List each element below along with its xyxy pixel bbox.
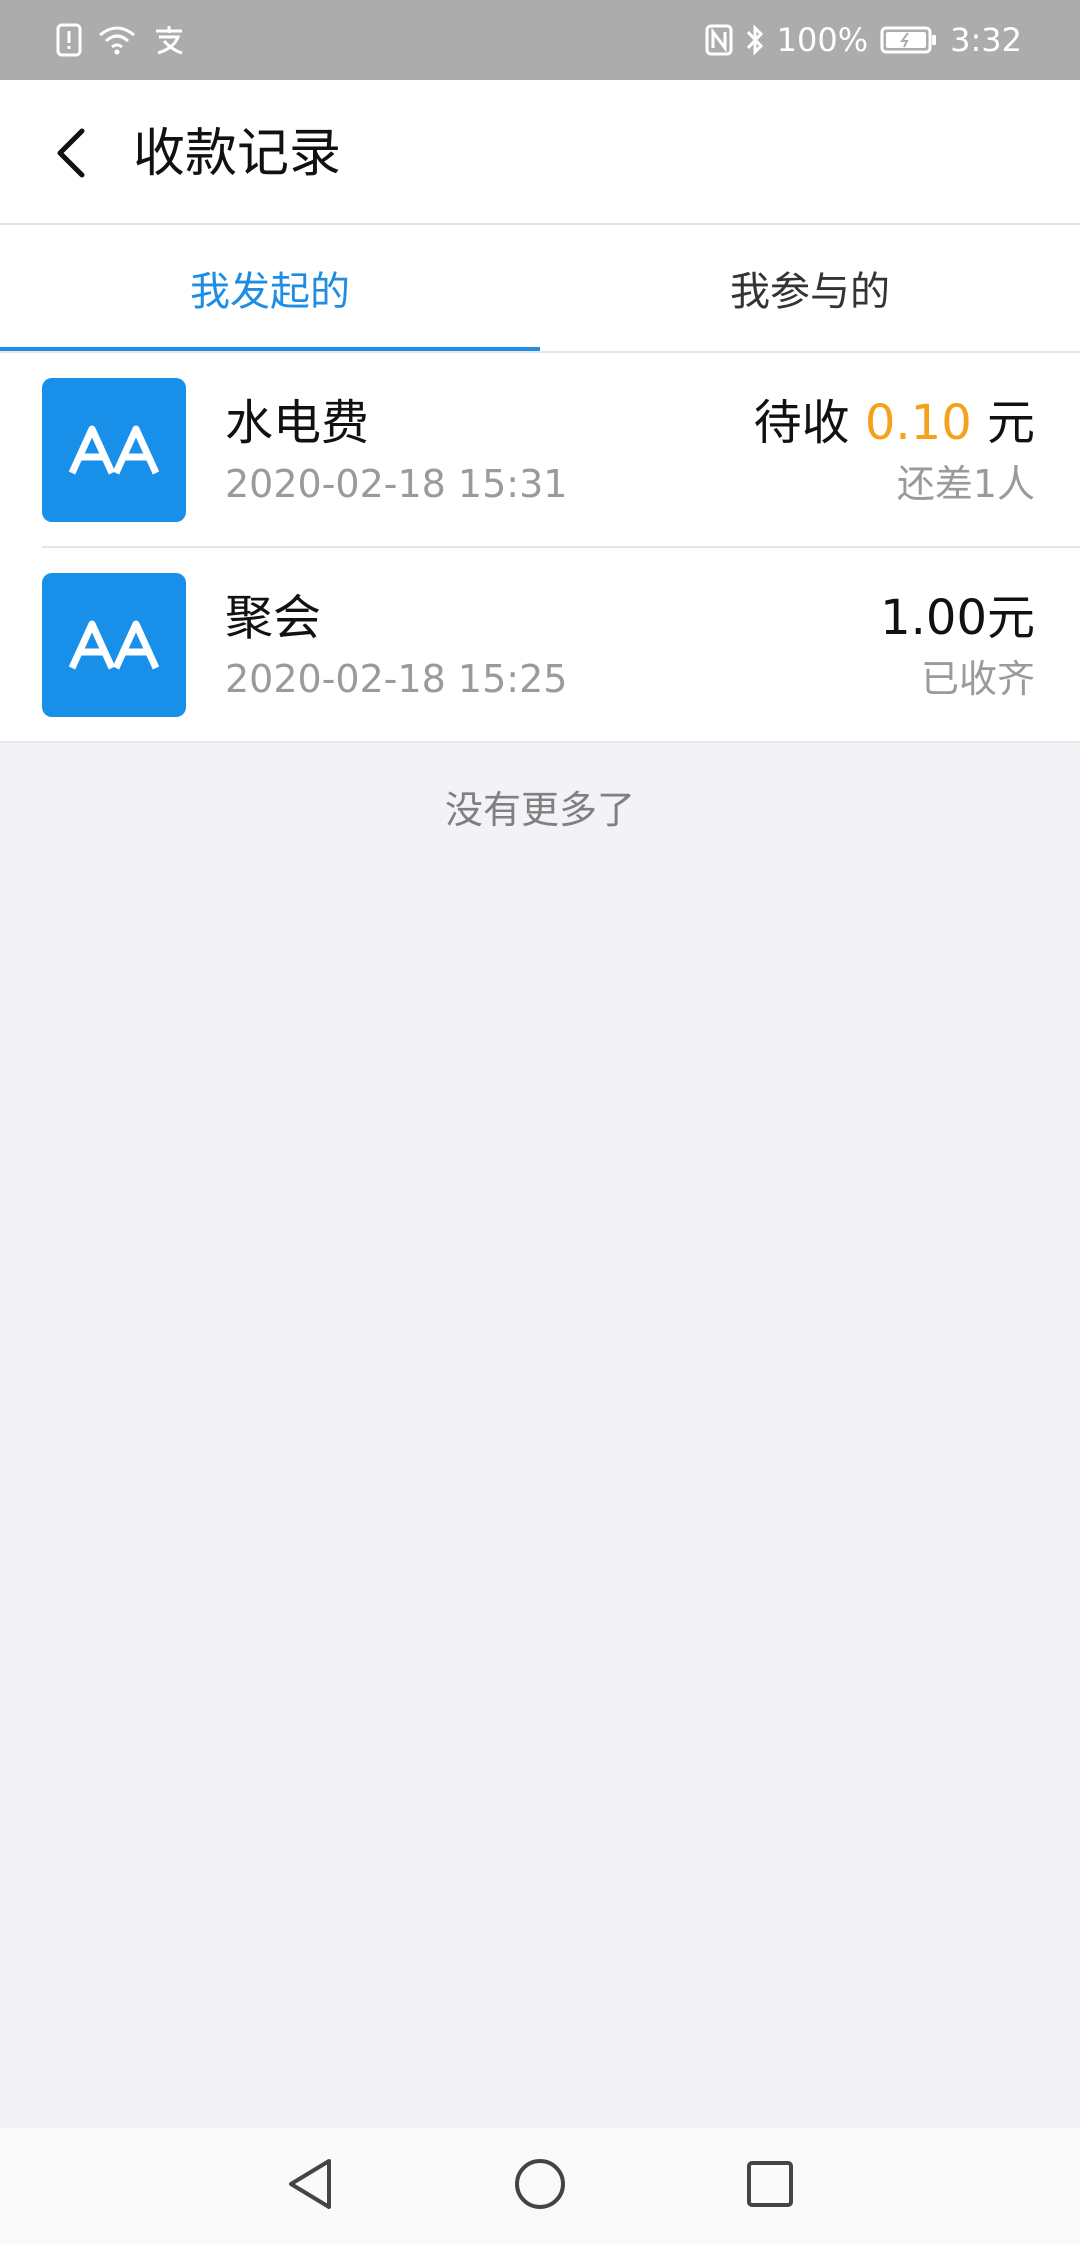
system-nav-bar [0,2128,1080,2244]
header: 收款记录 [0,80,1080,225]
record-title: 聚会 [225,590,322,646]
status-right: 100% 3:32 [705,0,1022,80]
status-left [56,0,186,80]
battery-icon [880,25,938,55]
status-time: 3:32 [950,21,1022,59]
record-amount: 1.00元 [880,590,1035,646]
aa-logo-icon [42,378,186,522]
amount-pending-value: 0.10 [864,395,972,451]
record-row[interactable]: 聚会 2020-02-18 15:25 1.00元 已收齐 [0,548,1080,743]
record-row[interactable]: 水电费 2020-02-18 15:31 待收 0.10 元 还差1人 [42,353,1080,548]
nav-home-button[interactable] [505,2156,575,2216]
record-status: 还差1人 [896,462,1035,506]
wifi-icon [98,24,136,56]
page-title: 收款记录 [133,124,342,184]
nfc-icon [705,24,733,56]
status-bar: 100% 3:32 [0,0,1080,80]
recents-square-icon [745,2159,795,2213]
aa-logo-icon [42,573,186,717]
record-amount: 待收 0.10 元 [754,391,1035,455]
tab-initiated[interactable]: 我发起的 [0,225,540,351]
record-status: 已收齐 [920,657,1035,701]
back-triangle-icon [285,2157,335,2215]
tab-bar: 我发起的 我参与的 [0,225,1080,353]
record-time: 2020-02-18 15:31 [225,462,568,506]
nav-back-button[interactable] [275,2156,345,2216]
alipay-icon [152,24,186,56]
back-button[interactable] [40,120,100,190]
sim-alert-icon [56,23,82,57]
battery-percent: 100% [776,21,869,59]
tab-participated[interactable]: 我参与的 [540,225,1080,351]
record-list: 水电费 2020-02-18 15:31 待收 0.10 元 还差1人 聚会 2… [0,353,1080,743]
amount-prefix: 待收 [753,395,865,451]
bluetooth-icon [745,23,765,57]
record-title: 水电费 [225,395,370,451]
home-circle-icon [513,2157,567,2215]
no-more-text: 没有更多了 [444,788,635,832]
nav-recents-button[interactable] [735,2156,805,2216]
chevron-left-icon [50,125,90,185]
amount-suffix: 元 [971,395,1035,451]
record-time: 2020-02-18 15:25 [225,657,568,701]
tab-active-indicator [0,347,540,351]
